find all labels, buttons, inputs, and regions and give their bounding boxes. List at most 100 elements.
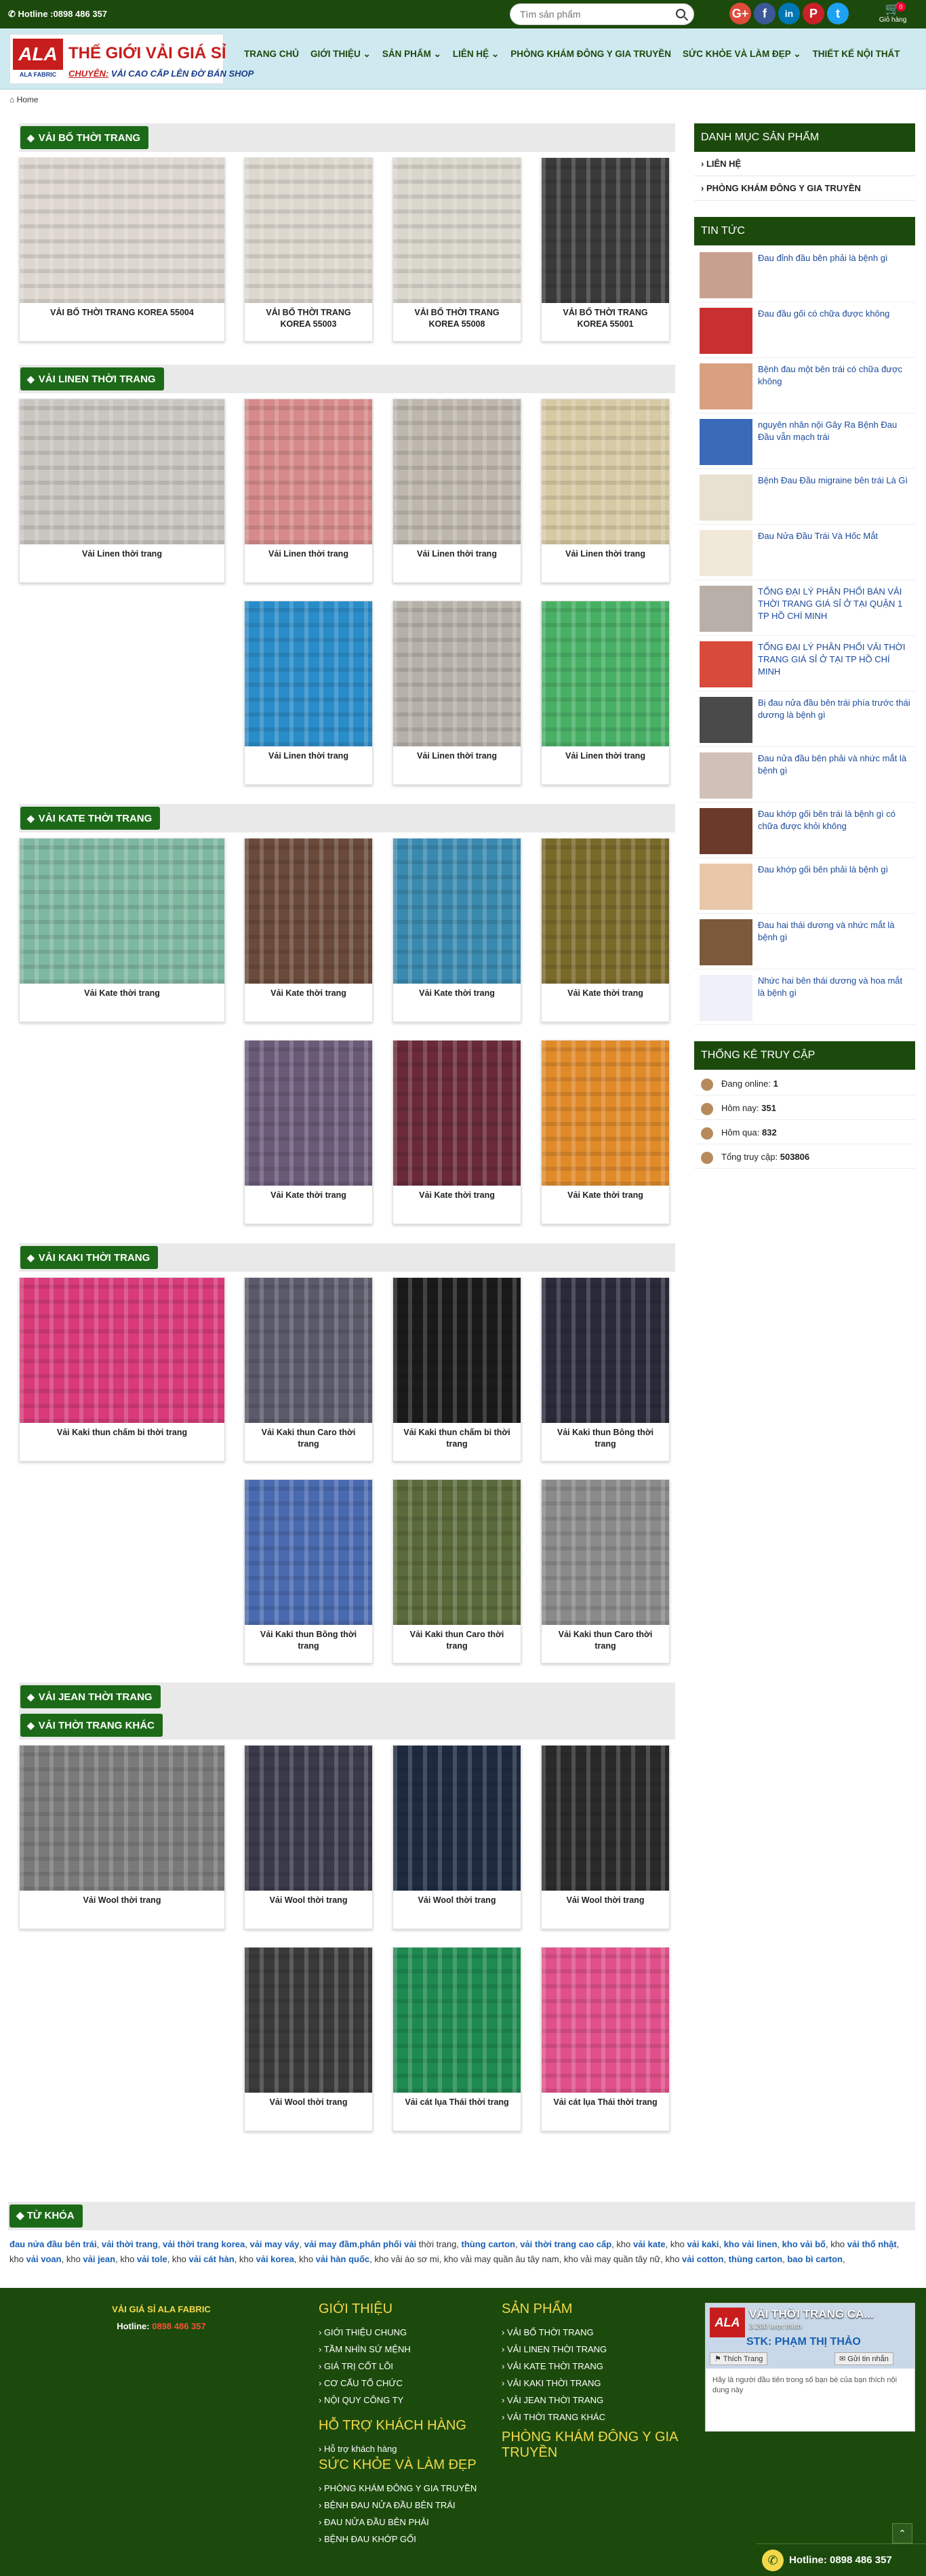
product-image[interactable] (393, 1948, 521, 2093)
section-title-label[interactable]: ◆ VẢI KAKI THỜI TRANG (20, 1246, 159, 1269)
bottom-hotline-text[interactable]: Hotline: 0898 486 357 (789, 2554, 892, 2566)
product-card[interactable]: Vải Wool thời trang (244, 1745, 373, 1929)
news-item[interactable]: Bệnh đau một bên trái có chữa được không (694, 361, 915, 414)
product-image[interactable] (245, 839, 372, 984)
product-image[interactable] (245, 1746, 372, 1891)
product-card[interactable]: Vải Wool thời trang (541, 1745, 670, 1929)
product-name[interactable]: Vải Kaki thun Bông thời trang (542, 1423, 669, 1461)
news-title[interactable]: Đau nửa đầu bên phải và nhức mắt là bệnh… (758, 752, 911, 777)
keyword-link[interactable]: vải kaki (687, 2239, 719, 2249)
product-card[interactable]: Vải Kate thời trang (19, 838, 225, 1022)
product-image[interactable] (20, 399, 224, 544)
product-name[interactable]: Vải Kate thời trang (542, 984, 669, 1022)
news-item[interactable]: nguyên nhân nội Gây Ra Bệnh Đau Đầu vẫn … (694, 416, 915, 469)
breadcrumb[interactable]: ⌂ Home (9, 95, 39, 104)
keyword-link[interactable]: kho vải bố (782, 2239, 826, 2249)
product-name[interactable]: Vải Linen thời trang (245, 746, 372, 784)
news-thumbnail[interactable] (700, 641, 752, 687)
search-input[interactable] (520, 4, 676, 24)
footer-phongkham-title[interactable]: PHÒNG KHÁM ĐÔNG Y GIA TRUYỀN (502, 2430, 691, 2461)
product-image[interactable] (542, 1746, 669, 1891)
product-card[interactable]: Vải Kaki thun chấm bi thời trang (392, 1277, 521, 1462)
news-thumbnail[interactable] (700, 252, 752, 298)
product-name[interactable]: Vải Linen thời trang (245, 544, 372, 582)
news-thumbnail[interactable] (700, 363, 752, 409)
product-card[interactable]: VẢI BỐ THỜI TRANG KOREA 55008 (392, 157, 521, 342)
nav-item-3[interactable]: LIÊN HỆ ⌄ (453, 49, 499, 60)
news-item[interactable]: Đau đỉnh đầu bên phải là bệnh gì (694, 249, 915, 302)
search-box[interactable] (510, 3, 694, 25)
breadcrumb-home[interactable]: Home (17, 95, 39, 104)
google-plus-icon[interactable]: G+ (729, 3, 751, 24)
product-image[interactable] (20, 158, 224, 303)
product-image[interactable] (393, 1041, 521, 1186)
footer-link[interactable]: › ĐAU NỬA ĐẦU BÊN PHẢI (319, 2514, 495, 2531)
category-item[interactable]: › LIÊN HỆ (694, 152, 915, 176)
product-card[interactable]: Vải Kaki thun Bông thời trang (541, 1277, 670, 1462)
news-title[interactable]: Bệnh Đau Đầu migraine bên trái Là Gì (758, 475, 911, 487)
product-name[interactable]: Vải Kaki thun chấm bi thời trang (393, 1423, 521, 1461)
cart-button[interactable]: 🛒 0 Giỏ hàng (876, 1, 910, 27)
product-image[interactable] (245, 399, 372, 544)
product-card[interactable]: Vải Kate thời trang (541, 838, 670, 1022)
news-item[interactable]: TỔNG ĐẠI LÝ PHÂN PHỐI VẢI THỜI TRANG GIÁ… (694, 639, 915, 691)
news-item[interactable]: Đau hai thái dương và nhức mắt là bệnh g… (694, 917, 915, 969)
product-card[interactable]: Vải Kaki thun Bông thời trang (244, 1479, 373, 1664)
product-image[interactable] (542, 1480, 669, 1625)
product-card[interactable]: VẢI BỐ THỜI TRANG KOREA 55001 (541, 157, 670, 342)
news-title[interactable]: Đau Nửa Đầu Trái Và Hốc Mắt (758, 530, 911, 542)
product-image[interactable] (542, 399, 669, 544)
product-image[interactable] (245, 1948, 372, 2093)
product-image[interactable] (393, 1746, 521, 1891)
footer-link[interactable]: › VẢI LINEN THỜI TRANG (502, 2341, 691, 2358)
footer-link[interactable]: › BỆNH ĐAU KHỚP GỐI (319, 2531, 495, 2548)
product-name[interactable]: Vải Wool thời trang (20, 1891, 224, 1929)
news-item[interactable]: Đau khớp gối bên trái là bệnh gì có chữa… (694, 805, 915, 858)
section-title-label[interactable]: ◆ VẢI KATE THỜI TRANG (20, 807, 161, 830)
keyword-link[interactable]: thùng carton (729, 2254, 782, 2264)
product-name[interactable]: Vải Linen thời trang (20, 544, 224, 582)
news-title[interactable]: Đau khớp gối bên phải là bệnh gì (758, 864, 911, 876)
product-card[interactable]: VẢI BỐ THỜI TRANG KOREA 55003 (244, 157, 373, 342)
product-name[interactable]: Vải Kaki thun Caro thời trang (393, 1625, 521, 1663)
nav-item-6[interactable]: THIẾT KẾ NỘI THẤT (813, 49, 900, 60)
keyword-link[interactable]: vải thổ nhật (847, 2239, 897, 2249)
news-thumbnail[interactable] (700, 586, 752, 632)
product-card[interactable]: Vải Wool thời trang (244, 1947, 373, 2131)
product-card[interactable]: Vải Linen thời trang (541, 399, 670, 583)
news-item[interactable]: Bệnh Đau Đầu migraine bên trái Là Gì (694, 472, 915, 525)
news-title[interactable]: Đau đầu gối có chữa được không (758, 308, 911, 320)
news-thumbnail[interactable] (700, 975, 752, 1021)
product-card[interactable]: Vải Linen thời trang (19, 399, 225, 583)
news-title[interactable]: nguyên nhân nội Gây Ra Bệnh Đau Đầu vẫn … (758, 419, 911, 443)
product-name[interactable]: Vải Kate thời trang (393, 1186, 521, 1224)
product-name[interactable]: Vải cát lụa Thái thời trang (542, 2093, 669, 2131)
keyword-link[interactable]: vải cotton (682, 2254, 723, 2264)
product-name[interactable]: Vải Kaki thun chấm bi thời trang (20, 1423, 224, 1461)
bottom-hotline-bar[interactable]: ✆ Hotline: 0898 486 357 (757, 2543, 926, 2576)
product-name[interactable]: VẢI BỐ THỜI TRANG KOREA 55004 (20, 303, 224, 341)
footer-link[interactable]: › BỆNH ĐAU NỬA ĐẦU BÊN TRÁI (319, 2497, 495, 2514)
footer-link[interactable]: › Hỗ trợ khách hàng (319, 2440, 495, 2457)
keyword-link[interactable]: vải hàn quốc (316, 2254, 369, 2264)
section-title-label[interactable]: ◆ VẢI BỐ THỜI TRANG (20, 126, 149, 149)
product-name[interactable]: Vải Linen thời trang (542, 746, 669, 784)
product-name[interactable]: Vải Wool thời trang (393, 1891, 521, 1929)
product-image[interactable] (542, 601, 669, 746)
fb-like-button[interactable]: ⚑ Thích Trang (710, 2352, 768, 2365)
nav-item-5[interactable]: SỨC KHỎE VÀ LÀM ĐẸP ⌄ (683, 49, 801, 60)
nav-item-4[interactable]: PHÒNG KHÁM ĐÔNG Y GIA TRUYỀN (510, 49, 671, 60)
footer-link[interactable]: › TẦM NHÌN SỨ MỆNH (319, 2341, 495, 2358)
news-thumbnail[interactable] (700, 752, 752, 799)
keyword-link[interactable]: đau nửa đầu bên trái (9, 2239, 97, 2249)
keyword-link[interactable]: vải may váy (249, 2239, 299, 2249)
news-title[interactable]: Đau khớp gối bên trái là bệnh gì có chữa… (758, 808, 911, 832)
news-title[interactable]: TỔNG ĐẠI LÝ PHÂN PHỐI BÁN VẢI THỜI TRANG… (758, 586, 911, 622)
product-image[interactable] (542, 1948, 669, 2093)
product-image[interactable] (20, 1746, 224, 1891)
footer-link[interactable]: › VẢI BỐ THỜI TRANG (502, 2324, 691, 2341)
product-name[interactable]: Vải Linen thời trang (393, 544, 521, 582)
footer-link[interactable]: › VẢI KAKI THỜI TRANG (502, 2375, 691, 2392)
keyword-link[interactable]: vải thời trang (102, 2239, 158, 2249)
news-title[interactable]: Bị đau nửa đầu bên trái phía trước thái … (758, 697, 911, 721)
